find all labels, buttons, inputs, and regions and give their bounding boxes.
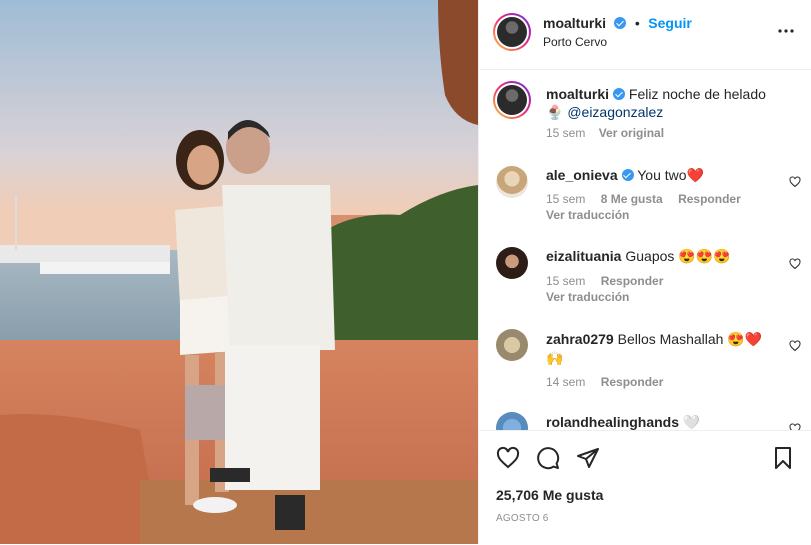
see-translation-link[interactable]: Ver traducción — [546, 290, 629, 304]
comment-meta: 15 sem Responder — [546, 274, 663, 288]
comment-bubble-icon[interactable] — [536, 446, 560, 470]
comment-text: Bellos Mashallah 😍❤️ — [617, 331, 763, 347]
see-original-link[interactable]: Ver original — [599, 126, 664, 140]
post-image — [0, 0, 478, 544]
author-username[interactable]: moalturki — [543, 15, 606, 31]
post-location[interactable]: Porto Cervo — [543, 35, 607, 49]
comment-text: 🤍 — [682, 414, 701, 430]
comment-text: Guapos 😍😍😍 — [625, 248, 731, 264]
comment-text-line2: 🙌 — [546, 350, 564, 366]
comment-meta: 15 sem 8 Me gusta Responder — [546, 192, 741, 206]
caption-time[interactable]: 15 sem — [546, 126, 585, 140]
share-paper-plane-icon[interactable] — [576, 446, 600, 470]
like-comment-heart-icon[interactable] — [789, 175, 801, 188]
comment-time[interactable]: 15 sem — [546, 192, 585, 206]
like-heart-icon[interactable] — [496, 446, 520, 470]
caption-author-avatar[interactable] — [493, 81, 531, 119]
like-comment-heart-icon[interactable] — [789, 257, 801, 270]
post-photo[interactable] — [0, 0, 478, 544]
post-actions: 25,706 Me gusta AGOSTO 6 — [479, 430, 811, 545]
caption-mention[interactable]: @eizagonzalez — [567, 104, 663, 120]
likes-count[interactable]: 25,706 Me gusta — [496, 487, 603, 503]
comment-avatar[interactable] — [496, 166, 528, 198]
comment-username[interactable]: eizalituania — [546, 248, 621, 264]
caption: moalturki Feliz noche de helado 🍨 @eizag… — [546, 85, 795, 121]
comment-text: You two❤️ — [637, 167, 704, 183]
comments-section[interactable]: moalturki Feliz noche de helado 🍨 @eizag… — [479, 70, 811, 430]
comment-username[interactable]: ale_onieva — [546, 167, 618, 183]
caption-emoji: 🍨 — [546, 104, 564, 120]
verified-badge-icon — [614, 17, 627, 29]
dot-separator: • — [634, 15, 640, 31]
like-comment-heart-icon[interactable] — [789, 422, 801, 430]
post-date[interactable]: AGOSTO 6 — [496, 513, 549, 524]
comment-meta: 14 sem Responder — [546, 375, 663, 389]
post-header: moalturki • Seguir Porto Cervo — [479, 0, 811, 70]
like-comment-heart-icon[interactable] — [789, 339, 801, 352]
comment-body: rolandhealinghands 🤍 — [546, 414, 700, 430]
comment-time[interactable]: 14 sem — [546, 375, 585, 389]
caption-text: Feliz noche de helado — [628, 86, 766, 102]
reply-button[interactable]: Responder — [601, 274, 664, 288]
comment-body: ale_onieva You two❤️ — [546, 167, 704, 184]
comment-body: zahra0279 Bellos Mashallah 😍❤️ 🙌 — [546, 330, 781, 368]
post-panel: moalturki • Seguir Porto Cervo moalturki… — [478, 0, 811, 544]
reply-button[interactable]: Responder — [678, 192, 741, 206]
comment-time[interactable]: 15 sem — [546, 274, 585, 288]
comment-avatar[interactable] — [496, 247, 528, 279]
more-options-icon[interactable] — [777, 22, 795, 40]
comment-username[interactable]: rolandhealinghands — [546, 414, 679, 430]
comment-body: eizalituania Guapos 😍😍😍 — [546, 248, 731, 265]
comment-username[interactable]: zahra0279 — [546, 331, 614, 347]
comment-likes[interactable]: 8 Me gusta — [601, 192, 663, 206]
follow-button[interactable]: Seguir — [648, 15, 692, 31]
verified-badge-icon — [621, 169, 634, 181]
author-avatar[interactable] — [493, 13, 531, 51]
comment-avatar[interactable] — [496, 329, 528, 361]
save-bookmark-icon[interactable] — [771, 446, 795, 470]
reply-button[interactable]: Responder — [601, 375, 664, 389]
see-translation-link[interactable]: Ver traducción — [546, 208, 629, 222]
comment-avatar[interactable] — [496, 412, 528, 430]
verified-badge-icon — [613, 88, 626, 100]
caption-username[interactable]: moalturki — [546, 86, 609, 102]
